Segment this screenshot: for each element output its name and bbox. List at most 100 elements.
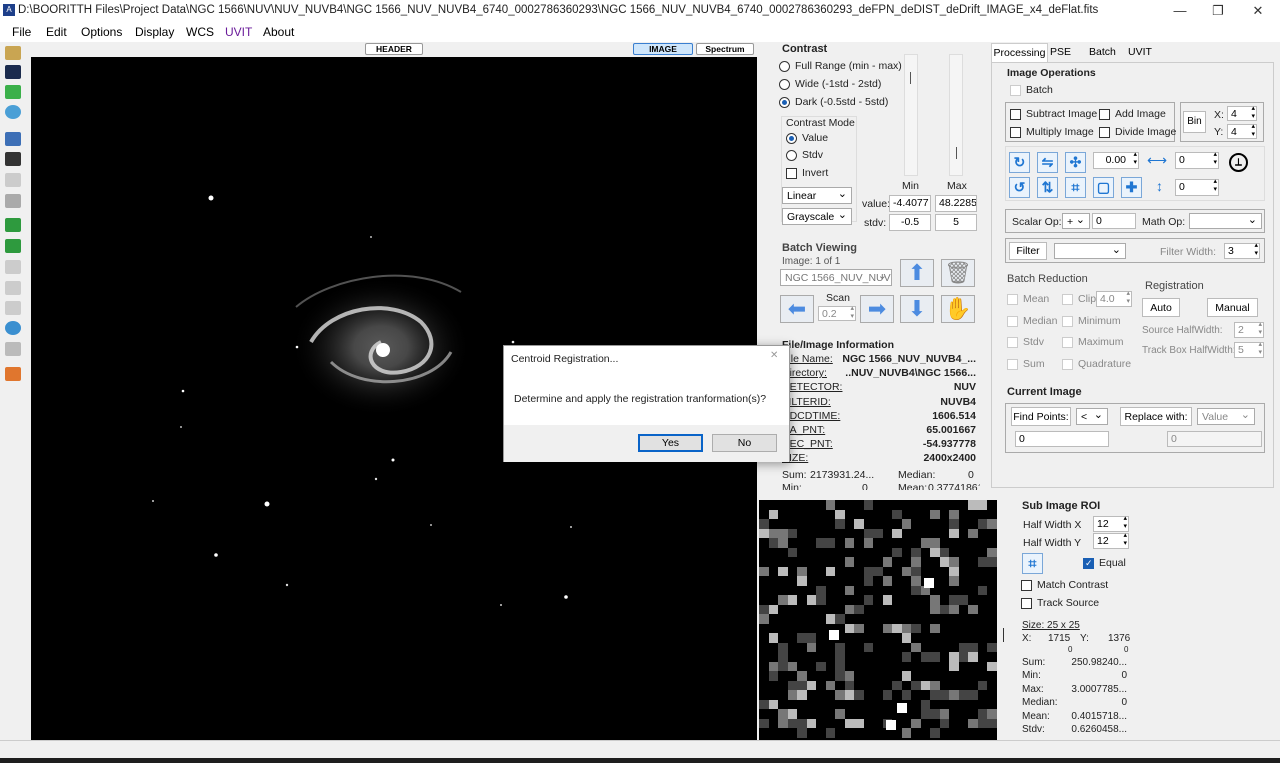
match-contrast-checkbox[interactable]: Match Contrast	[1021, 579, 1108, 591]
open-folder-icon[interactable]	[5, 46, 21, 60]
add-icon[interactable]	[5, 85, 21, 99]
roi-crop-icon[interactable]: ⌗	[1022, 553, 1043, 574]
radio-icon[interactable]	[779, 78, 790, 90]
max-value-input[interactable]: 48.22855	[935, 195, 977, 212]
menu-about[interactable]: About	[263, 25, 294, 39]
binoculars-icon[interactable]	[5, 152, 21, 166]
shift-vertical-icon[interactable]: ↕	[1149, 177, 1170, 198]
mean-checkbox[interactable]: Mean	[1007, 293, 1049, 305]
find-value-input[interactable]: 0	[1015, 431, 1109, 447]
menu-file[interactable]: File	[12, 25, 31, 39]
mode-stdv[interactable]: Stdv	[786, 149, 823, 161]
crop-icon[interactable]: ⌗	[1065, 177, 1086, 198]
shift-y-input[interactable]: 0	[1175, 178, 1219, 196]
header-tab[interactable]: HEADER	[365, 43, 423, 55]
max-slider-thumb[interactable]	[956, 147, 957, 159]
checkbox-icon[interactable]	[1007, 315, 1018, 327]
radio-selected-icon[interactable]	[786, 132, 797, 144]
minimize-button[interactable]: —	[1160, 0, 1200, 22]
radio-icon[interactable]	[779, 60, 790, 72]
close-button[interactable]: ✕	[1238, 0, 1278, 22]
sum-checkbox[interactable]: Sum	[1007, 358, 1045, 370]
batch-checkbox[interactable]: Batch	[1010, 84, 1053, 96]
radio-icon[interactable]	[786, 149, 797, 161]
invert-checkbox[interactable]: Invert	[786, 167, 828, 179]
replace-with-button[interactable]: Replace with:	[1120, 407, 1192, 426]
save-icon[interactable]	[5, 218, 21, 232]
up-arrow-button[interactable]: ⬆	[900, 259, 934, 287]
roi-preview[interactable]	[759, 500, 997, 740]
comparator-select[interactable]: <	[1076, 408, 1108, 425]
filter-button[interactable]: Filter	[1009, 242, 1047, 260]
menu-edit[interactable]: Edit	[46, 25, 67, 39]
checkbox-icon[interactable]	[1062, 315, 1073, 327]
tab-pse[interactable]: PSE	[1050, 46, 1071, 58]
image-icon[interactable]	[5, 194, 21, 208]
globe-icon[interactable]	[5, 321, 21, 335]
filter-width-input[interactable]: 3	[1224, 242, 1260, 259]
flip-horizontal-icon[interactable]: ⇋	[1037, 152, 1058, 173]
min-value-input[interactable]: -4.4077	[889, 195, 931, 212]
bin-y-input[interactable]: 4	[1227, 123, 1257, 139]
colormap-select[interactable]: Grayscale	[782, 208, 852, 225]
scan-input[interactable]: 0.2	[818, 305, 856, 321]
min-slider[interactable]	[904, 54, 918, 176]
bin-button[interactable]: Bin	[1183, 111, 1206, 133]
stdv-checkbox[interactable]: Stdv	[1007, 336, 1044, 348]
menu-uvit[interactable]: UVIT	[225, 25, 252, 39]
yes-button[interactable]: Yes	[638, 434, 703, 452]
max-stdv-input[interactable]: 5	[935, 214, 977, 231]
dialog-close-icon[interactable]: ✕	[770, 350, 778, 361]
spectrum-tab[interactable]: Spectrum	[696, 43, 754, 55]
menu-display[interactable]: Display	[135, 25, 174, 39]
equal-checkbox[interactable]: Equal	[1083, 557, 1126, 569]
median-checkbox[interactable]: Median	[1007, 315, 1057, 327]
radio-selected-icon[interactable]	[779, 96, 790, 108]
menu-wcs[interactable]: WCS	[186, 25, 214, 39]
cross-icon[interactable]: ✚	[1121, 177, 1142, 198]
checkbox-icon[interactable]	[1099, 126, 1110, 138]
clip-checkbox[interactable]: Clip	[1062, 293, 1096, 305]
monitor-icon[interactable]	[5, 132, 21, 146]
hand-button[interactable]: ✋	[941, 295, 975, 323]
checkbox-icon[interactable]	[1010, 126, 1021, 138]
tab-batch[interactable]: Batch	[1089, 46, 1116, 58]
minimum-checkbox[interactable]: Minimum	[1062, 315, 1121, 327]
left-arrow-button[interactable]: ⬅	[780, 295, 814, 323]
checkbox-icon[interactable]	[1099, 108, 1110, 120]
rotate-cw-icon[interactable]: ↻	[1009, 152, 1030, 173]
scalar-value-input[interactable]: 0	[1092, 213, 1136, 229]
checkbox-icon[interactable]	[786, 167, 797, 179]
auto-button[interactable]: Auto	[1142, 298, 1180, 317]
contrast-wide[interactable]: Wide (-1std - 2std)	[779, 78, 881, 90]
flip-vertical-icon[interactable]: ⇅	[1037, 177, 1058, 198]
shift-horizontal-icon[interactable]: ⟷	[1147, 152, 1167, 169]
checkbox-icon[interactable]	[1007, 293, 1018, 305]
right-arrow-button[interactable]: ➡	[860, 295, 894, 323]
bin-x-input[interactable]: 4	[1227, 105, 1257, 121]
multiply-image-checkbox[interactable]: Multiply Image	[1010, 126, 1094, 138]
checkbox-icon[interactable]	[1010, 84, 1021, 96]
checkbox-icon[interactable]	[1062, 358, 1073, 370]
scalar-sign-select[interactable]: +	[1062, 213, 1090, 229]
manual-button[interactable]: Manual	[1207, 298, 1258, 317]
maximize-button[interactable]: ❐	[1198, 0, 1238, 22]
checkbox-icon[interactable]	[1007, 358, 1018, 370]
tools-icon[interactable]	[5, 367, 21, 381]
tab-uvit[interactable]: UVIT	[1128, 46, 1152, 58]
math-op-select[interactable]	[1189, 213, 1262, 229]
contrast-dark[interactable]: Dark (-0.5std - 5std)	[779, 96, 888, 108]
rotate-ccw-icon[interactable]: ↺	[1009, 177, 1030, 198]
track-halfwidth-input[interactable]: 5	[1234, 341, 1264, 358]
filter-select[interactable]	[1054, 243, 1126, 259]
rotate-angle-input[interactable]: 0.00	[1093, 151, 1139, 169]
add-image-checkbox[interactable]: Add Image	[1099, 108, 1166, 120]
clip-value-input[interactable]: 4.0	[1096, 290, 1132, 307]
menu-options[interactable]: Options	[81, 25, 122, 39]
batch-file-select[interactable]: NGC 1566_NUV_NUV	[780, 269, 892, 286]
half-width-y-input[interactable]: 12	[1093, 532, 1129, 549]
subtract-image-checkbox[interactable]: Subtract Image	[1010, 108, 1097, 120]
checkbox-icon[interactable]	[1021, 597, 1032, 609]
min-slider-thumb[interactable]	[910, 72, 911, 84]
frame-icon[interactable]: ▢	[1093, 177, 1114, 198]
